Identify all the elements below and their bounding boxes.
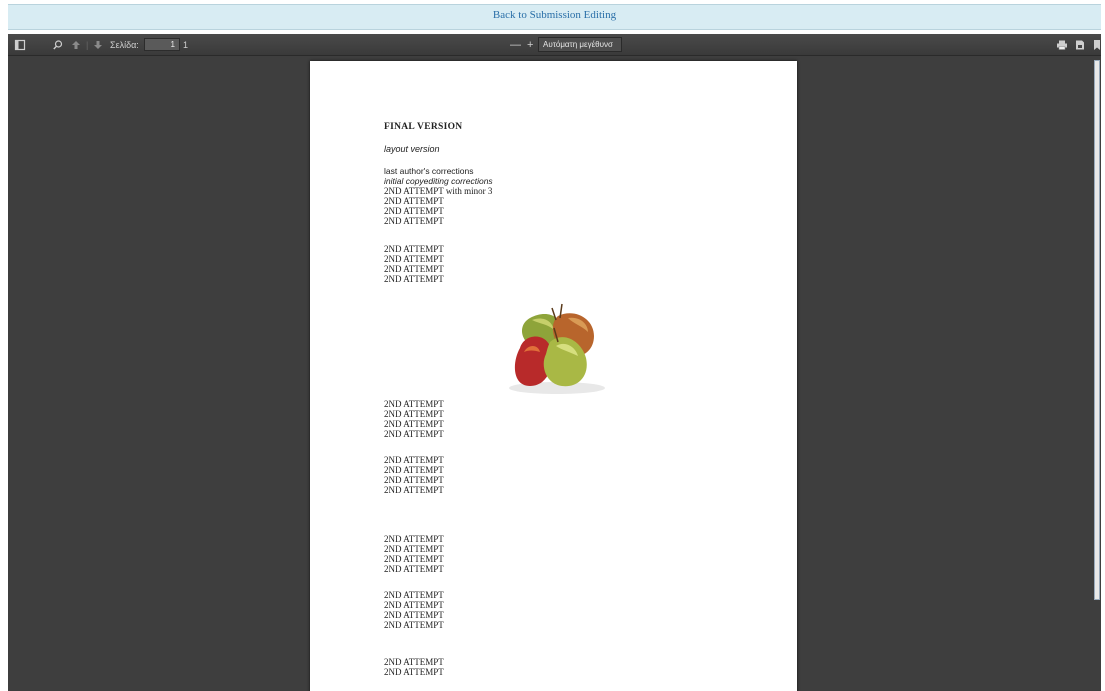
page-number-input[interactable]: 1 <box>144 38 180 51</box>
attempt-line: 2ND ATTEMPT <box>384 465 444 475</box>
attempt-group: 2ND ATTEMPT 2ND ATTEMPT 2ND ATTEMPT 2ND … <box>384 534 444 574</box>
bookmark-icon[interactable] <box>1091 39 1101 51</box>
attempt-line: 2ND ATTEMPT <box>384 475 444 485</box>
attempt-line: 2ND ATTEMPT <box>384 485 444 495</box>
attempt-line: 2ND ATTEMPT <box>384 409 444 419</box>
toolbar-separator: | <box>86 40 89 50</box>
page-label: Σελίδα: <box>110 40 139 50</box>
previous-page-icon[interactable] <box>70 39 82 51</box>
attempt-line: 2ND ATTEMPT <box>384 206 444 216</box>
pdf-page: FINAL VERSION layout version last author… <box>310 61 797 691</box>
print-icon[interactable] <box>1056 39 1068 51</box>
attempt-line: 2ND ATTEMPT <box>384 554 444 564</box>
attempt-line: 2ND ATTEMPT <box>384 244 444 254</box>
attempt-line: 2ND ATTEMPT <box>384 196 444 206</box>
download-icon[interactable] <box>1074 39 1086 51</box>
pdf-viewer: | Σελίδα: 1 1 — + Αυτόματη μεγέθυνσ FINA… <box>8 34 1101 691</box>
next-page-icon[interactable] <box>92 39 104 51</box>
sidebar-toggle-icon[interactable] <box>14 39 26 51</box>
back-banner: Back to Submission Editing <box>8 4 1101 30</box>
attempt-line: 2ND ATTEMPT <box>384 274 444 284</box>
attempt-line: 2ND ATTEMPT <box>384 590 444 600</box>
attempt-line: 2ND ATTEMPT <box>384 544 444 554</box>
zoom-out-button[interactable]: — <box>510 34 521 56</box>
attempt-group: 2ND ATTEMPT 2ND ATTEMPT 2ND ATTEMPT <box>384 196 444 226</box>
page-total: 1 <box>183 40 189 50</box>
viewer-toolbar: | Σελίδα: 1 1 — + Αυτόματη μεγέθυνσ <box>8 34 1101 56</box>
attempt-group: 2ND ATTEMPT 2ND ATTEMPT 2ND ATTEMPT 2ND … <box>384 590 444 630</box>
corrections-line: last author's corrections <box>384 166 474 176</box>
document-title: FINAL VERSION <box>384 122 463 132</box>
attempt-line: 2ND ATTEMPT <box>384 610 444 620</box>
attempt-line: 2ND ATTEMPT <box>384 600 444 610</box>
attempt-group: 2ND ATTEMPT 2ND ATTEMPT 2ND ATTEMPT 2ND … <box>384 244 444 284</box>
attempt-line: 2ND ATTEMPT <box>384 429 444 439</box>
pears-image <box>490 300 616 397</box>
zoom-select[interactable]: Αυτόματη μεγέθυνσ <box>538 37 622 52</box>
attempt-line: 2ND ATTEMPT <box>384 254 444 264</box>
back-to-submission-editing-link[interactable]: Back to Submission Editing <box>493 5 616 25</box>
search-icon[interactable] <box>52 39 64 51</box>
attempt-line: 2ND ATTEMPT <box>384 657 444 667</box>
attempt-line: 2ND ATTEMPT <box>384 216 444 226</box>
attempt-line: 2ND ATTEMPT <box>384 264 444 274</box>
attempt-line: 2ND ATTEMPT <box>384 564 444 574</box>
attempt-line: 2ND ATTEMPT <box>384 620 444 630</box>
attempt-line: 2ND ATTEMPT <box>384 419 444 429</box>
attempt-line: 2ND ATTEMPT <box>384 399 444 409</box>
attempt-line: 2ND ATTEMPT <box>384 455 444 465</box>
copyediting-line: initial copyediting corrections <box>384 176 493 186</box>
zoom-in-button[interactable]: + <box>527 34 533 56</box>
attempt-group: 2ND ATTEMPT 2ND ATTEMPT 2ND ATTEMPT 2ND … <box>384 455 444 495</box>
minor-line: 2ND ATTEMPT with minor 3 <box>384 186 493 196</box>
attempt-line: 2ND ATTEMPT <box>384 534 444 544</box>
attempt-group: 2ND ATTEMPT 2ND ATTEMPT 2ND ATTEMPT 2ND … <box>384 399 444 439</box>
attempt-group: 2ND ATTEMPT 2ND ATTEMPT <box>384 657 444 677</box>
document-subtitle: layout version <box>384 144 440 154</box>
attempt-line: 2ND ATTEMPT <box>384 667 444 677</box>
vertical-scrollbar[interactable] <box>1093 56 1101 691</box>
scrollbar-thumb[interactable] <box>1094 60 1100 600</box>
